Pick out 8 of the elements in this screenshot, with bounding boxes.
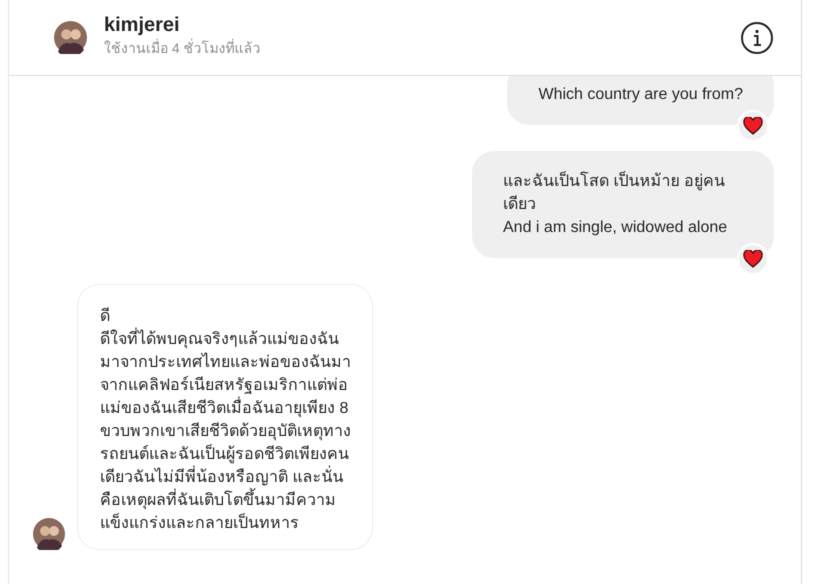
reaction-badge[interactable] [737, 110, 769, 142]
activity-status: ใช้งานเมื่อ 4 ชั่วโมงที่แล้ว [104, 38, 262, 58]
avatar [54, 21, 87, 54]
reaction-badge[interactable] [737, 243, 769, 275]
message-bubble: ดี ดีใจที่ได้พบคุณจริงๆแล้วแม่ของฉันมาจากประเทศไทยและพ่อของฉันมาจากแคลิฟอร์เนียสหรัฐอเมริกาแต่พ่อแม่ของฉันเสียชีวิตเมื่อฉันอายุเพียง 8 ขวบพวกเขาเสียชีวิตด้วยอุบัติเหตุทางรถยนต์และฉันเป็นผู้รอดชีวิตเพียงคนเดียวฉันไม่มีพี่น้องหรือญาติ และนั่นคือเหตุผลที่ฉันเติบโตขึ้นมามีความแข็งแกร่งและกลายเป็นทหาร [77, 284, 373, 550]
avatar [33, 518, 65, 550]
username: kimjerei [104, 12, 181, 38]
info-button[interactable] [740, 20, 774, 54]
